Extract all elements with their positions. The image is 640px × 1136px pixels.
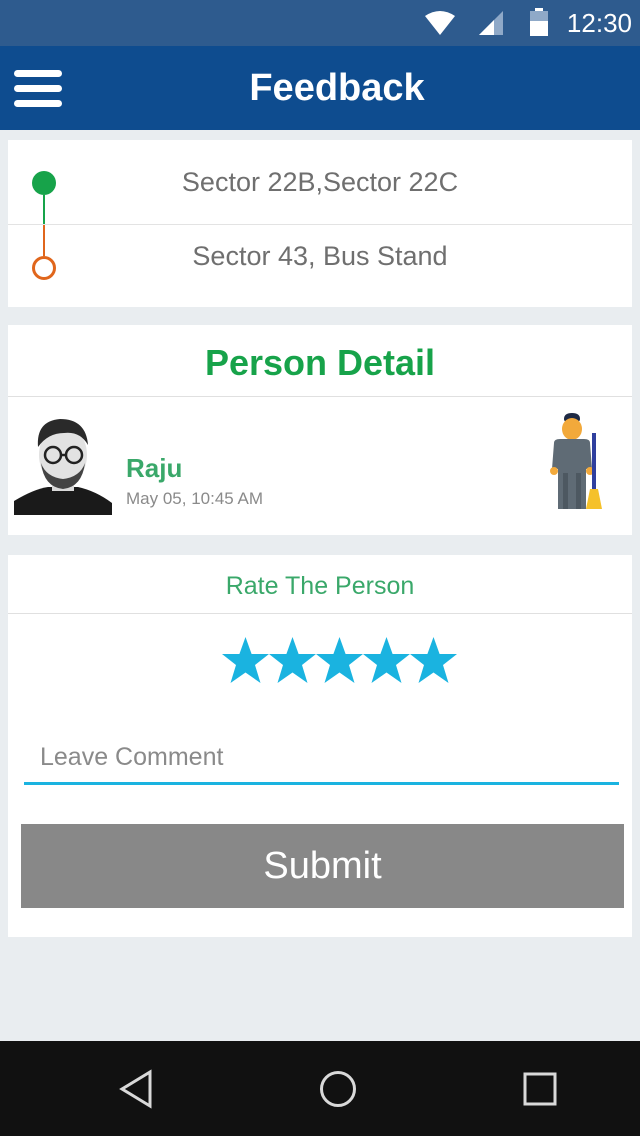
star-rating[interactable]: [222, 635, 457, 687]
battery-icon: [530, 8, 548, 36]
route-from: Sector 22B,Sector 22C: [181, 167, 459, 197]
person-timestamp: May 05, 10:45 AM: [126, 489, 264, 508]
route-card: Sector 22B,Sector 22C Sector 43, Bus Sta…: [8, 140, 632, 307]
comment-input[interactable]: [24, 733, 619, 785]
person-name: Raju: [126, 453, 183, 483]
person-detail-card: Person Detail Raju May 05, 10:45 AM: [8, 325, 632, 535]
system-nav-bar: [0, 1041, 640, 1136]
status-time: 12:30: [566, 8, 632, 38]
signal-icon: [479, 11, 503, 35]
app-bar: Feedback: [0, 46, 640, 130]
star-icon[interactable]: [363, 635, 410, 687]
rate-person-card: Rate The Person Submit: [8, 555, 632, 937]
star-icon[interactable]: [269, 635, 316, 687]
wifi-icon: [425, 11, 455, 35]
page-title: Feedback: [249, 67, 425, 109]
person-detail-heading: Person Detail: [8, 325, 632, 397]
home-icon[interactable]: [318, 1069, 358, 1109]
cleaner-worker-icon: [550, 413, 602, 509]
star-icon[interactable]: [410, 635, 457, 687]
star-icon[interactable]: [316, 635, 363, 687]
rate-heading: Rate The Person: [8, 555, 632, 614]
avatar: [14, 413, 112, 515]
back-icon[interactable]: [118, 1069, 154, 1109]
route-to: Sector 43, Bus Stand: [8, 224, 632, 308]
recents-icon[interactable]: [522, 1069, 558, 1109]
star-icon[interactable]: [222, 635, 269, 687]
status-bar: 12:30: [0, 0, 640, 46]
submit-button[interactable]: Submit: [21, 824, 624, 908]
